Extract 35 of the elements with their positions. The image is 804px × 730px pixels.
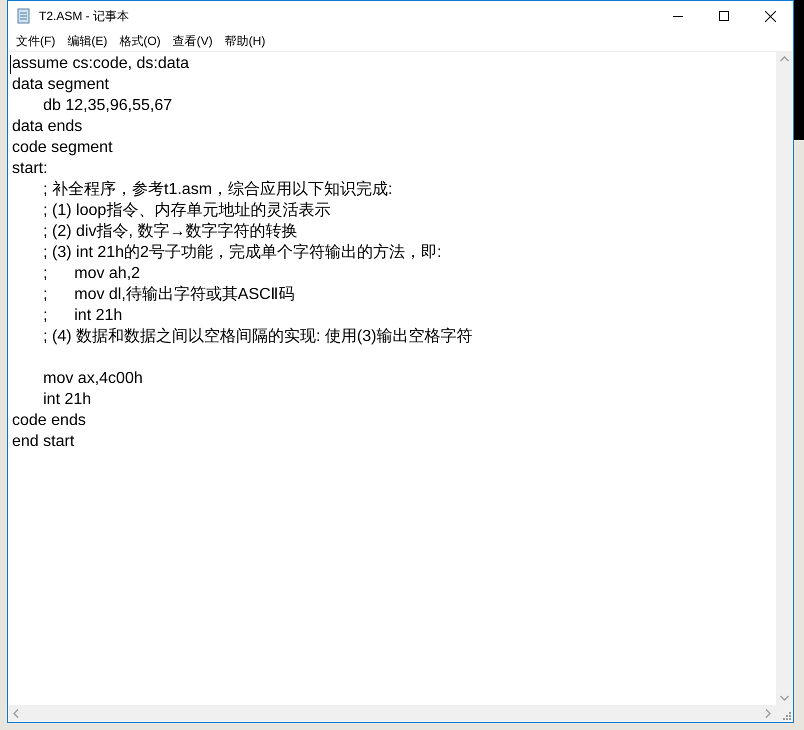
menu-item[interactable]: 编辑(E) [61,32,114,50]
code-line: end start [12,432,74,452]
code-line: start: [12,159,48,179]
notepad-icon [16,8,32,24]
vertical-scrollbar[interactable] [776,52,793,705]
window-title: T2.ASM - 记事本 [39,8,130,25]
maximize-icon [719,11,729,21]
close-icon [764,10,776,22]
menu-item[interactable]: 格式(O) [113,32,167,50]
code-line: assume cs:code, ds:data [12,54,189,74]
code-line: ; mov ah,2 [42,264,140,284]
code-line: ; int 21h [42,306,122,326]
code-line: ; (1) loop指令、内存单元地址的灵活表示 [42,200,330,221]
resize-grip-icon[interactable] [783,712,791,720]
scroll-down-icon[interactable] [780,695,789,701]
code-line: ; (3) int 21h的2号子功能，完成单个字符输出的方法，即: [42,242,442,263]
code-line: data ends [12,117,82,137]
code-line: code segment [12,138,113,158]
code-line: mov ax,4c00h [42,369,143,389]
code-line: int 21h [42,390,92,410]
code-line: db 12,35,96,55,67 [42,96,172,116]
horizontal-scrollbar[interactable] [8,705,776,722]
code-line: ; mov dl,待输出字符或其ASCⅡ码 [42,284,295,305]
scroll-left-icon[interactable] [13,709,19,718]
menu-item[interactable]: 查看(V) [166,32,219,50]
menu-item[interactable]: 帮助(H) [218,32,272,50]
scroll-right-icon[interactable] [765,709,771,718]
menu-item[interactable]: 文件(F) [10,32,62,50]
scroll-up-icon[interactable] [780,56,789,62]
code-line: code ends [12,411,86,431]
code-line: ; (4) 数据和数据之间以空格间隔的实现: 使用(3)输出空格字符 [42,326,472,347]
code-line: ; 补全程序，参考t1.asm，综合应用以下知识完成: [42,180,392,200]
text-caret [10,55,11,74]
code-line: ; (2) div指令, 数字→数字字符的转换 [42,222,298,242]
code-line: data segment [12,75,109,95]
